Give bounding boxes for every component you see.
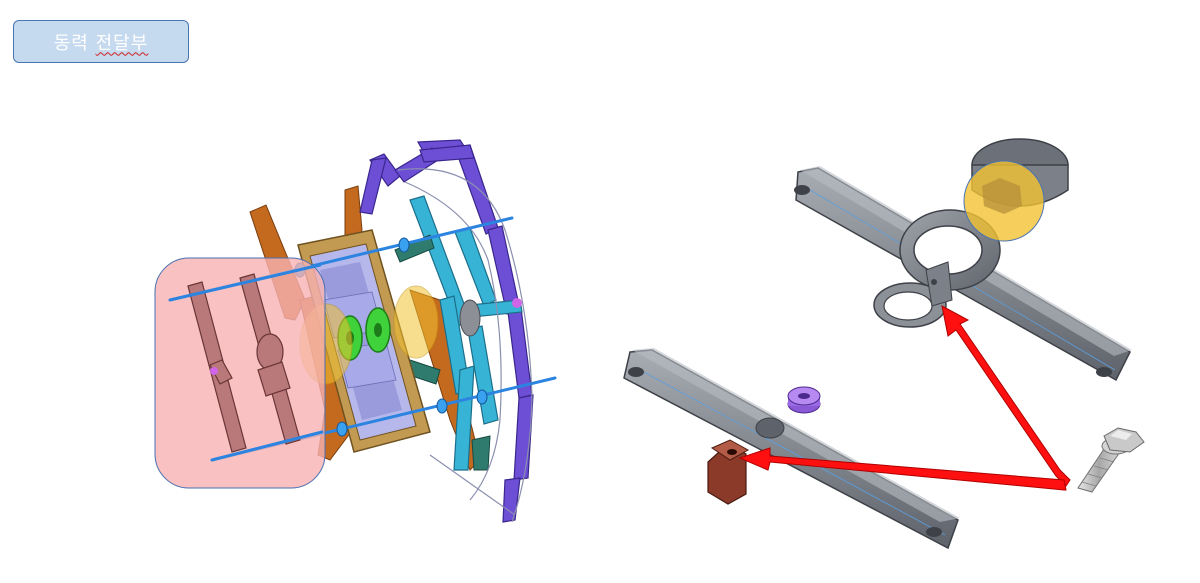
exploded-assembly (154, 139, 557, 523)
pivot-block-icon (707, 439, 750, 505)
crank-pin (210, 367, 218, 375)
mechanism-diagram (154, 138, 1145, 550)
spacer-washer-icon (787, 386, 821, 414)
hex-bolt-icon (1077, 427, 1145, 493)
wheel-hub (459, 299, 481, 337)
upper-crank-arm (794, 138, 1132, 382)
hub-pin (512, 298, 522, 308)
lower-crank-arm (623, 348, 960, 550)
